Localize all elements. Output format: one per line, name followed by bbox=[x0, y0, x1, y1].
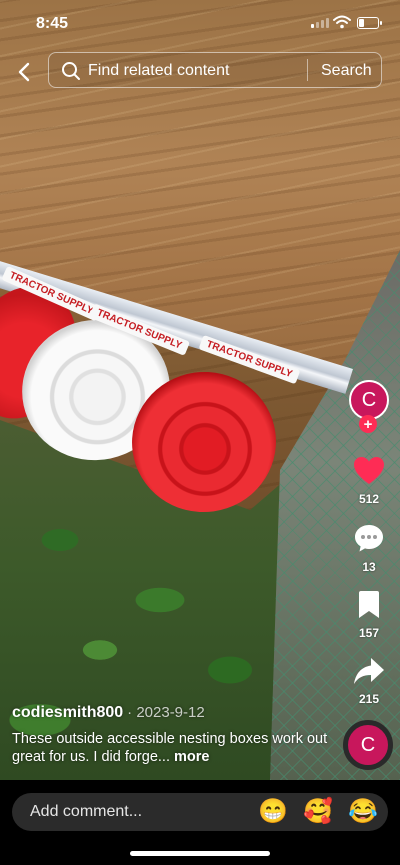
like-button[interactable]: 512 bbox=[346, 456, 392, 506]
save-count: 157 bbox=[358, 626, 380, 640]
share-button[interactable]: 215 bbox=[346, 656, 392, 706]
video-frame[interactable]: TRACTOR SUPPLY TRACTOR SUPPLY TRACTOR SU… bbox=[0, 0, 400, 780]
post-date: · 2023-9-12 bbox=[127, 704, 205, 721]
sound-disc[interactable]: C bbox=[343, 720, 393, 770]
caption-text: These outside accessible nesting boxes w… bbox=[12, 731, 328, 765]
bookmark-button[interactable]: 157 bbox=[346, 590, 392, 640]
back-icon bbox=[18, 62, 30, 82]
avatar-letter: C bbox=[361, 388, 377, 411]
status-time: 8:45 bbox=[36, 15, 69, 32]
creator-avatar[interactable]: C bbox=[349, 380, 389, 420]
comment-input[interactable]: Add comment... 😁 🥰 😂 bbox=[12, 793, 388, 831]
search-divider bbox=[307, 59, 308, 81]
follow-button[interactable]: + bbox=[359, 415, 377, 433]
search-bar[interactable]: Find related content Search bbox=[48, 52, 382, 88]
home-indicator bbox=[130, 851, 270, 856]
more-link[interactable]: more bbox=[174, 749, 209, 765]
status-bar: 8:45 bbox=[0, 0, 400, 48]
caption-text-block: These outside accessible nesting boxes w… bbox=[12, 730, 332, 766]
video-caption: codiesmith800 · 2023-9-12 These outside a… bbox=[12, 704, 332, 766]
emoji-grin-button[interactable]: 😁 bbox=[258, 799, 288, 825]
bookmark-icon bbox=[359, 591, 379, 618]
comment-button[interactable]: 13 bbox=[346, 522, 392, 574]
share-count: 215 bbox=[358, 692, 380, 706]
search-icon bbox=[62, 62, 80, 80]
comment-placeholder: Add comment... bbox=[30, 803, 143, 820]
heart-icon bbox=[354, 457, 384, 484]
back-button[interactable] bbox=[12, 60, 36, 84]
search-button[interactable]: Search bbox=[321, 62, 372, 80]
disc-letter: C bbox=[360, 733, 376, 756]
username-link[interactable]: codiesmith800 bbox=[12, 704, 123, 721]
comment-icon bbox=[355, 525, 383, 552]
plus-icon: + bbox=[363, 415, 373, 433]
like-count: 512 bbox=[358, 492, 380, 506]
search-input[interactable]: Find related content bbox=[88, 62, 229, 80]
battery-icon bbox=[357, 17, 382, 29]
comment-count: 13 bbox=[362, 560, 376, 574]
share-icon bbox=[354, 658, 384, 684]
cellular-signal-icon bbox=[311, 18, 329, 28]
wifi-icon bbox=[333, 15, 351, 29]
comment-bar: Add comment... 😁 🥰 😂 bbox=[0, 780, 400, 865]
emoji-joy-button[interactable]: 😂 bbox=[348, 799, 378, 825]
emoji-hearts-button[interactable]: 🥰 bbox=[303, 799, 333, 825]
